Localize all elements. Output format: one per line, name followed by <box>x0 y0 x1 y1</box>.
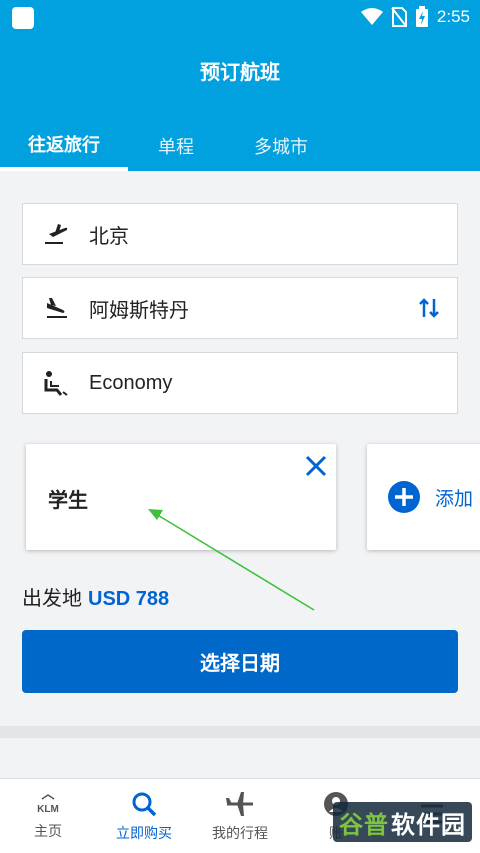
app-header: 预订航班 往返旅行 单程 多城市 <box>0 34 480 171</box>
tab-round-trip[interactable]: 往返旅行 <box>0 120 128 171</box>
status-time: 2:55 <box>436 7 470 26</box>
passenger-card-student[interactable]: 学生 <box>26 444 336 550</box>
price-row: 出发地 USD 788 <box>22 582 169 611</box>
add-passenger-label: 添加 <box>435 487 474 510</box>
passenger-type-label: 学生 <box>48 488 88 512</box>
nav-home[interactable]: KLM 主页 <box>0 779 96 853</box>
site-watermark: 谷普 软件园 <box>333 802 472 842</box>
battery-charging-icon <box>415 6 428 27</box>
watermark-part2: 软件园 <box>391 810 466 839</box>
cabin-class-value: Economy <box>89 371 173 394</box>
nav-my-trips[interactable]: 我的行程 <box>192 779 288 853</box>
add-passenger-card[interactable]: 添加 <box>367 444 480 550</box>
watermark-part1: 谷普 <box>339 810 389 839</box>
app-notification-icon <box>12 7 34 29</box>
status-icons: 2:55 <box>360 0 470 34</box>
tab-multi-city[interactable]: 多城市 <box>224 120 338 171</box>
seat-icon <box>23 370 89 396</box>
nav-my-trips-label: 我的行程 <box>212 825 268 842</box>
arrival-plane-icon <box>23 297 89 319</box>
search-icon <box>132 792 157 816</box>
wifi-icon <box>360 8 383 25</box>
section-divider <box>0 726 480 738</box>
svg-text:KLM: KLM <box>37 804 59 815</box>
nav-book-now[interactable]: 立即购买 <box>96 779 192 853</box>
price-label: 出发地 <box>22 586 82 610</box>
nav-book-now-label: 立即购买 <box>116 825 172 842</box>
trip-type-tabs: 往返旅行 单程 多城市 <box>0 120 480 171</box>
price-value: USD 788 <box>88 588 170 610</box>
no-sim-icon <box>391 7 407 27</box>
departure-plane-icon <box>23 223 89 245</box>
nav-home-label: 主页 <box>34 823 62 840</box>
select-dates-button[interactable]: 选择日期 <box>22 630 458 693</box>
close-icon[interactable] <box>304 454 328 478</box>
destination-value: 阿姆斯特丹 <box>89 299 189 322</box>
status-bar: 2:55 <box>0 0 480 34</box>
klm-logo-icon: KLM <box>37 793 59 815</box>
tab-one-way[interactable]: 单程 <box>128 120 224 171</box>
swap-icon[interactable] <box>417 296 441 320</box>
page-title: 预订航班 <box>200 60 280 84</box>
airplane-icon <box>226 791 253 816</box>
next-section-peek <box>0 738 480 782</box>
cabin-class-field[interactable]: Economy <box>22 352 458 414</box>
add-circle-icon <box>388 481 420 513</box>
origin-field[interactable]: 北京 <box>22 203 458 265</box>
destination-field[interactable]: 阿姆斯特丹 <box>22 277 458 339</box>
origin-value: 北京 <box>89 225 129 248</box>
